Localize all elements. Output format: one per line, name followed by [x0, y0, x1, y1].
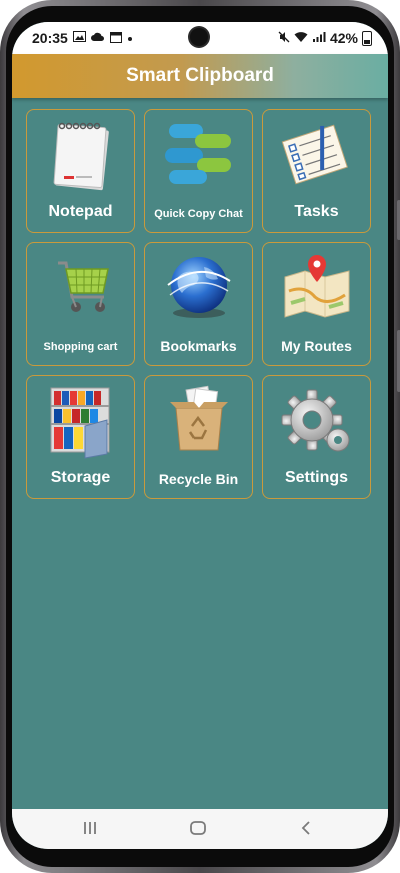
tile-storage[interactable]: Storage: [26, 375, 135, 499]
dot-icon: [127, 31, 133, 45]
back-icon[interactable]: [292, 817, 320, 839]
app-bar: Smart Clipboard: [12, 54, 388, 98]
mute-icon: [278, 31, 290, 46]
tile-recycle-bin[interactable]: Recycle Bin: [144, 375, 253, 499]
shelves-icon: [27, 384, 134, 459]
home-icon[interactable]: [184, 817, 212, 839]
navigation-bar: [12, 809, 388, 849]
gear-icon: [263, 384, 370, 458]
signal-icon: [312, 31, 326, 46]
app-title: Smart Clipboard: [126, 65, 274, 86]
globe-icon: [145, 251, 252, 325]
tile-label: My Routes: [281, 338, 352, 354]
tile-label: Settings: [284, 469, 349, 486]
tile-label: Recycle Bin: [158, 471, 239, 487]
tile-shopping-cart[interactable]: Shopping cart: [26, 242, 135, 366]
tile-label: Shopping cart: [43, 341, 118, 353]
calendar-icon: [109, 31, 122, 46]
recents-icon[interactable]: [76, 817, 104, 839]
cloud-icon: [90, 31, 105, 45]
tile-label: Notepad: [48, 203, 113, 220]
tile-my-routes[interactable]: My Routes: [262, 242, 371, 366]
tile-notepad[interactable]: Notepad: [26, 109, 135, 233]
phone-frame: 20:35 42% Smart Clipboard Notepad Quick …: [0, 0, 400, 873]
tile-quick-copy-chat[interactable]: Quick Copy Chat: [144, 109, 253, 233]
status-time: 20:35: [32, 30, 68, 46]
tile-tasks[interactable]: Tasks: [262, 109, 371, 233]
battery-icon: [362, 30, 372, 46]
shopping-cart-icon: [27, 251, 134, 325]
notepad-icon: [27, 118, 134, 192]
front-camera: [190, 28, 208, 46]
chat-bubbles-icon: [145, 118, 252, 192]
photo-icon: [72, 31, 86, 45]
tile-settings[interactable]: Settings: [262, 375, 371, 499]
tile-label: Tasks: [294, 203, 339, 220]
recycle-box-icon: [145, 384, 252, 458]
battery-percent: 42%: [329, 30, 358, 46]
screen: 20:35 42% Smart Clipboard Notepad Quick …: [12, 22, 388, 849]
checklist-icon: [263, 118, 370, 192]
tile-label: Bookmarks: [160, 338, 237, 354]
tile-label: Storage: [50, 469, 111, 486]
map-pin-icon: [263, 251, 370, 325]
tile-label: Quick Copy Chat: [154, 208, 243, 220]
wifi-icon: [294, 31, 308, 46]
tile-bookmarks[interactable]: Bookmarks: [144, 242, 253, 366]
status-bar: 20:35 42%: [12, 22, 388, 54]
